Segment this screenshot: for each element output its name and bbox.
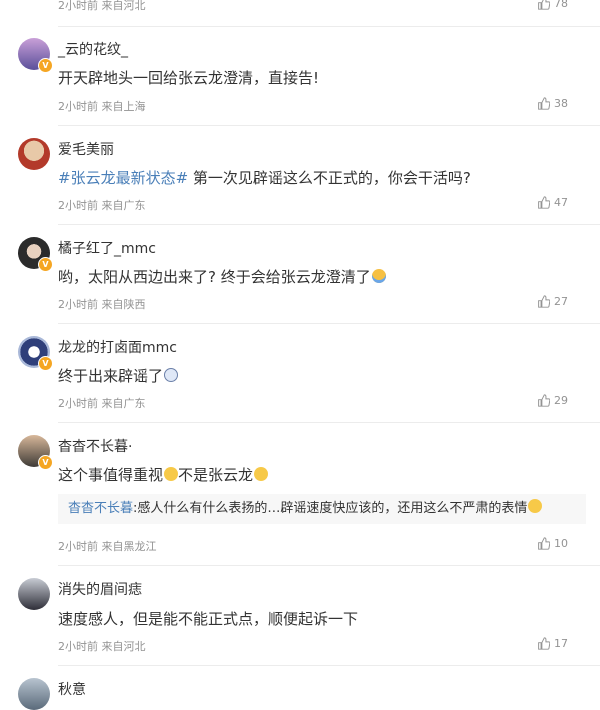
thumbs-up-icon	[538, 537, 550, 550]
divider	[58, 224, 600, 225]
comment-location: 来自广东	[101, 397, 146, 410]
comment-time: 2小时前	[58, 0, 98, 12]
verified-badge-icon: V	[38, 58, 53, 73]
smile-emoji-icon	[254, 467, 269, 481]
reply-username[interactable]: 杳杳不长暮	[68, 501, 133, 516]
comment-text: 速度感人，但是能不能正式点，顺便起诉一下	[58, 610, 359, 628]
smile-emoji-icon	[528, 499, 543, 513]
comment-time: 2小时前	[58, 540, 98, 553]
like-button[interactable]: 27	[537, 295, 568, 308]
username[interactable]: 消失的眉间痣	[58, 579, 142, 599]
like-button[interactable]: 29	[537, 394, 568, 407]
comment-time: 2小时前	[58, 298, 98, 311]
divider	[58, 565, 600, 566]
thumbs-up-icon	[538, 295, 550, 308]
like-count: 78	[554, 0, 568, 10]
thumbs-up-icon	[538, 196, 550, 209]
avatar[interactable]	[18, 578, 50, 610]
topic-link[interactable]: #张云龙最新状态#	[58, 169, 188, 187]
thumbs-up-icon	[538, 0, 550, 10]
comment-location: 来自上海	[101, 100, 146, 113]
comment-location: 来自河北	[101, 0, 146, 12]
comment-time: 2小时前	[58, 199, 98, 212]
comment-location: 来自黑龙江	[101, 540, 157, 553]
crying-emoji-icon	[371, 269, 386, 283]
thumbs-up-icon	[538, 394, 550, 407]
comment-location: 来自河北	[101, 640, 146, 653]
username[interactable]: 橘子红了_mmc	[58, 238, 156, 258]
comment-location: 来自陕西	[101, 298, 146, 311]
thumbs-up-icon	[538, 637, 550, 650]
verified-badge-icon: V	[38, 257, 53, 272]
divider	[58, 125, 600, 126]
comment-time: 2小时前	[58, 397, 98, 410]
username[interactable]: 爱毛美丽	[58, 139, 114, 159]
like-count: 10	[554, 537, 568, 550]
like-count: 27	[554, 295, 568, 308]
reply-preview[interactable]: 杳杳不长暮:感人什么有什么表扬的…辟谣速度快应该的，还用这么不严肃的表情	[58, 494, 586, 524]
comment-location: 来自广东	[101, 199, 146, 212]
username[interactable]: 秋意	[58, 679, 86, 699]
divider	[58, 26, 600, 27]
comment-text: 终于出来辟谣了	[58, 367, 164, 385]
smile-emoji-icon	[164, 467, 179, 481]
divider	[58, 323, 600, 324]
like-button[interactable]: 17	[537, 637, 568, 650]
avatar[interactable]: V	[18, 336, 53, 371]
comment-text: 这个事值得重视	[58, 466, 164, 484]
verified-badge-icon: V	[38, 356, 53, 371]
avatar[interactable]: V	[18, 237, 53, 272]
like-count: 29	[554, 394, 568, 407]
emoji-icon	[164, 368, 179, 382]
reply-text: :感人什么有什么表扬的…辟谣速度快应该的，还用这么不严肃的表情	[133, 501, 528, 516]
like-button[interactable]: 78	[537, 0, 568, 10]
comment-time: 2小时前	[58, 640, 98, 653]
like-button[interactable]: 10	[537, 537, 568, 550]
divider	[58, 422, 600, 423]
like-button[interactable]: 38	[537, 97, 568, 110]
like-count: 38	[554, 97, 568, 110]
comment-time: 2小时前	[58, 100, 98, 113]
like-count: 47	[554, 196, 568, 209]
previous-comment-meta: 2小时前 来自河北 78	[0, 0, 600, 26]
thumbs-up-icon	[538, 97, 550, 110]
username[interactable]: _云的花纹_	[58, 39, 128, 59]
avatar[interactable]	[18, 138, 50, 170]
comment-text-2: 不是张云龙	[178, 466, 254, 484]
username[interactable]: 龙龙的打卤面mmc	[58, 337, 177, 357]
comment-text: 第一次见辟谣这么不正式的，你会干活吗?	[188, 169, 471, 187]
avatar[interactable]	[18, 678, 50, 710]
avatar[interactable]: V	[18, 435, 53, 470]
divider	[58, 665, 600, 666]
comment-text: 开天辟地头一回给张云龙澄清，直接告!	[58, 69, 320, 87]
verified-badge-icon: V	[38, 455, 53, 470]
avatar[interactable]: V	[18, 38, 53, 73]
comment-text: 哟，太阳从西边出来了? 终于会给张云龙澄清了	[58, 268, 371, 286]
like-button[interactable]: 47	[537, 196, 568, 209]
username[interactable]: 杳杳不长暮·	[58, 436, 132, 456]
like-count: 17	[554, 637, 568, 650]
